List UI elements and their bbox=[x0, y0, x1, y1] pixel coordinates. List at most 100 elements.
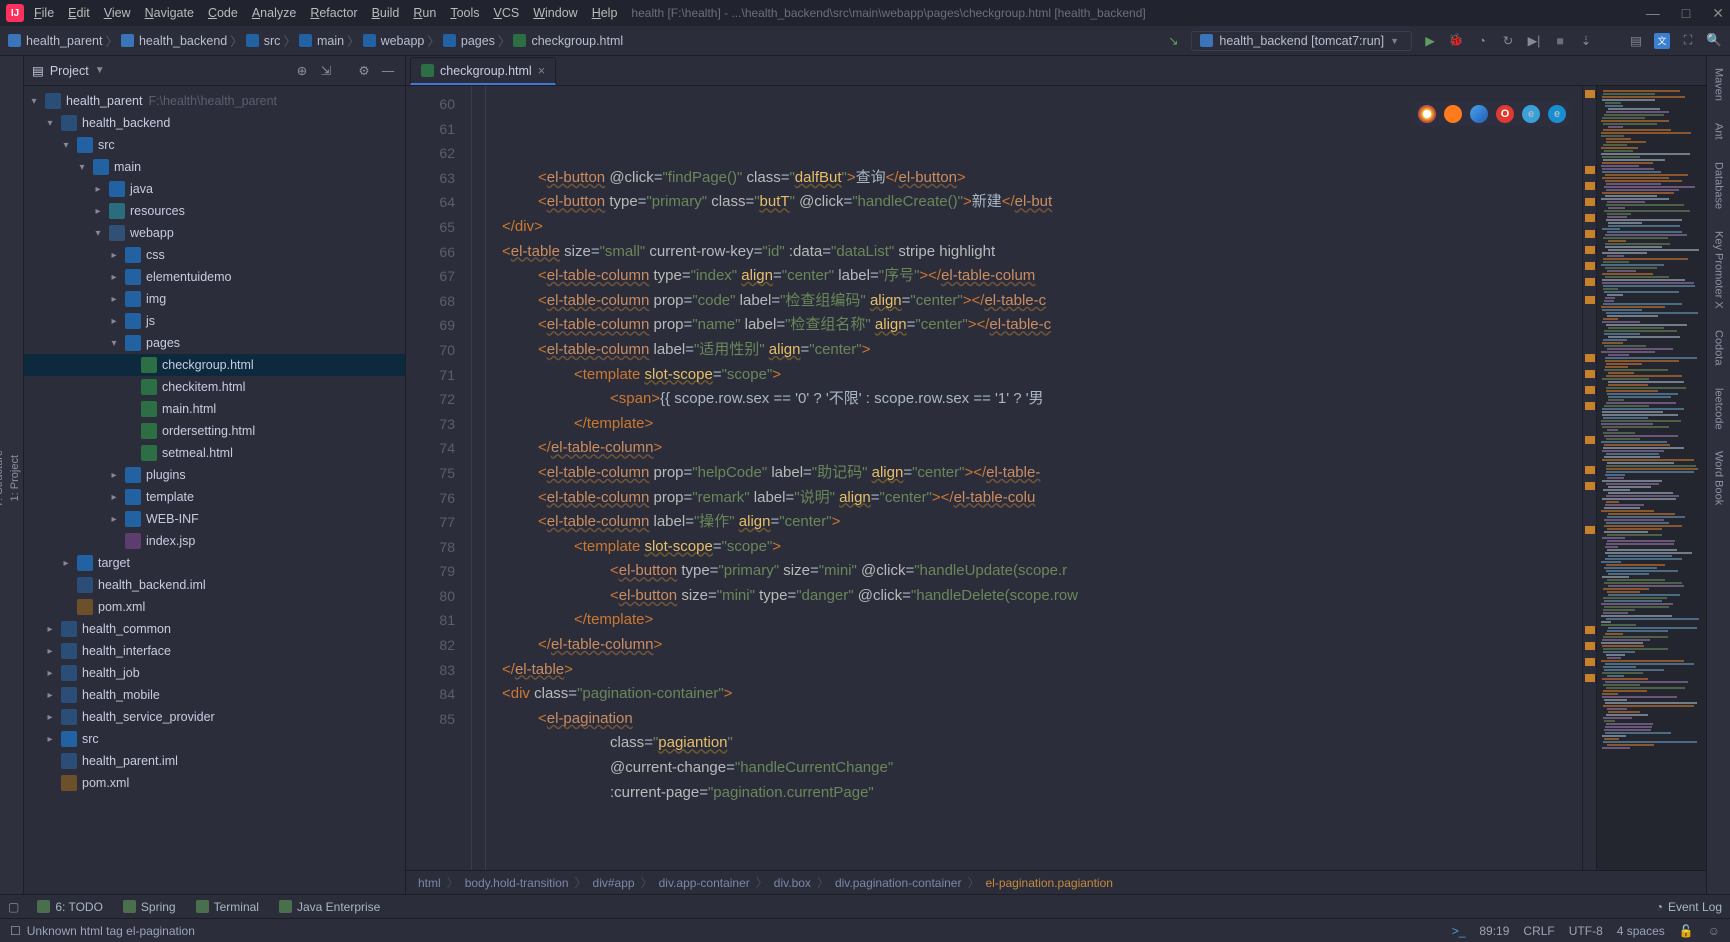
tree-arrow-icon[interactable]: ▸ bbox=[44, 646, 56, 657]
tree-node[interactable]: ▸resources bbox=[24, 200, 405, 222]
menu-vcs[interactable]: VCS bbox=[494, 6, 520, 20]
tree-node[interactable]: ▸health_service_provider bbox=[24, 706, 405, 728]
collapse-icon[interactable]: ⇲ bbox=[317, 62, 335, 80]
menu-view[interactable]: View bbox=[104, 6, 131, 20]
tree-node[interactable]: ▸css bbox=[24, 244, 405, 266]
html-crumb[interactable]: div.box bbox=[774, 876, 811, 890]
html-crumb[interactable]: body.hold-transition bbox=[465, 876, 569, 890]
tree-node[interactable]: ▸elementuidemo bbox=[24, 266, 405, 288]
right-tab-ant[interactable]: Ant bbox=[1712, 119, 1726, 144]
html-breadcrumbs[interactable]: html〉body.hold-transition〉div#app〉div.ap… bbox=[406, 870, 1706, 894]
opera-icon[interactable]: O bbox=[1496, 105, 1514, 123]
tree-arrow-icon[interactable]: ▸ bbox=[60, 558, 72, 569]
tree-node[interactable]: ▾main bbox=[24, 156, 405, 178]
html-crumb[interactable]: el-pagination.pagiantion bbox=[986, 876, 1113, 890]
tree-node[interactable]: ▸target bbox=[24, 552, 405, 574]
run-icon[interactable]: ▶ bbox=[1422, 33, 1438, 49]
tree-arrow-icon[interactable]: ▸ bbox=[108, 316, 120, 327]
tree-node[interactable]: pom.xml bbox=[24, 596, 405, 618]
breadcrumb[interactable]: health_parent bbox=[8, 34, 102, 48]
firefox-icon[interactable] bbox=[1444, 105, 1462, 123]
event-log-button[interactable]: ◔ Event Log bbox=[1656, 900, 1722, 914]
tree-node[interactable]: ▸plugins bbox=[24, 464, 405, 486]
hide-icon[interactable]: — bbox=[379, 62, 397, 80]
close-icon[interactable]: ✕ bbox=[1712, 5, 1724, 22]
tree-node[interactable]: ▸java bbox=[24, 178, 405, 200]
editor-tab-checkgroup[interactable]: checkgroup.html × bbox=[410, 57, 556, 85]
menu-build[interactable]: Build bbox=[372, 6, 400, 20]
vcs-update-icon[interactable]: ⇣ bbox=[1578, 33, 1594, 49]
tree-node[interactable]: ▾health_backend bbox=[24, 112, 405, 134]
left-tab-7structure[interactable]: 7: Structure bbox=[0, 442, 7, 515]
tree-node[interactable]: checkitem.html bbox=[24, 376, 405, 398]
tree-node[interactable]: ▾health_parentF:\health\health_parent bbox=[24, 90, 405, 112]
tree-arrow-icon[interactable]: ▸ bbox=[108, 514, 120, 525]
tree-node[interactable]: ordersetting.html bbox=[24, 420, 405, 442]
chevron-down-icon[interactable]: ▼ bbox=[95, 65, 105, 76]
caret-position[interactable]: 89:19 bbox=[1479, 924, 1509, 938]
gear-icon[interactable]: ⚙ bbox=[355, 62, 373, 80]
menu-help[interactable]: Help bbox=[592, 6, 618, 20]
readonly-lock-icon[interactable]: 🔓 bbox=[1679, 924, 1694, 938]
tree-arrow-icon[interactable]: ▸ bbox=[108, 250, 120, 261]
right-tab-codota[interactable]: Codota bbox=[1712, 326, 1726, 369]
translate-icon[interactable]: 文 bbox=[1654, 33, 1670, 49]
menu-analyze[interactable]: Analyze bbox=[252, 6, 296, 20]
html-crumb[interactable]: div#app bbox=[593, 876, 635, 890]
menu-code[interactable]: Code bbox=[208, 6, 238, 20]
structure-icon[interactable]: ▤ bbox=[1628, 33, 1644, 49]
minimize-icon[interactable]: — bbox=[1646, 5, 1660, 22]
tree-arrow-icon[interactable]: ▸ bbox=[44, 690, 56, 701]
tree-node[interactable]: pom.xml bbox=[24, 772, 405, 794]
tree-arrow-icon[interactable]: ▸ bbox=[108, 294, 120, 305]
edge-icon[interactable]: e bbox=[1548, 105, 1566, 123]
tree-arrow-icon[interactable]: ▾ bbox=[108, 338, 120, 349]
html-crumb[interactable]: div.pagination-container bbox=[835, 876, 962, 890]
project-panel-title[interactable]: Project bbox=[50, 64, 89, 78]
breadcrumb[interactable]: main bbox=[299, 34, 344, 48]
ie-icon[interactable]: e bbox=[1522, 105, 1540, 123]
right-tab-maven[interactable]: Maven bbox=[1712, 64, 1726, 105]
code-editor[interactable]: O e e <el-button @click="findPage()" cla… bbox=[486, 86, 1582, 870]
breadcrumb[interactable]: health_backend bbox=[121, 34, 227, 48]
bottom-tool-javaenterprise[interactable]: Java Enterprise bbox=[279, 900, 380, 914]
tree-node[interactable]: index.jsp bbox=[24, 530, 405, 552]
tree-arrow-icon[interactable]: ▾ bbox=[44, 118, 56, 129]
stop-icon[interactable]: ■ bbox=[1552, 33, 1568, 49]
run-config-selector[interactable]: health_backend [tomcat7:run] ▼ bbox=[1191, 31, 1412, 51]
tree-arrow-icon[interactable]: ▾ bbox=[92, 228, 104, 239]
tree-arrow-icon[interactable]: ▸ bbox=[44, 734, 56, 745]
tree-node[interactable]: ▸js bbox=[24, 310, 405, 332]
tree-node[interactable]: ▸health_common bbox=[24, 618, 405, 640]
tree-node[interactable]: ▸health_interface bbox=[24, 640, 405, 662]
tree-node[interactable]: ▸template bbox=[24, 486, 405, 508]
tree-node[interactable]: ▸img bbox=[24, 288, 405, 310]
presentation-icon[interactable]: ⛶ bbox=[1680, 33, 1696, 49]
chrome-icon[interactable] bbox=[1418, 105, 1436, 123]
right-tab-wordbook[interactable]: Word Book bbox=[1712, 447, 1726, 509]
profile-icon[interactable]: ↻ bbox=[1500, 33, 1516, 49]
tree-node[interactable]: ▸health_job bbox=[24, 662, 405, 684]
tree-arrow-icon[interactable]: ▸ bbox=[108, 492, 120, 503]
tree-arrow-icon[interactable]: ▸ bbox=[108, 272, 120, 283]
tree-arrow-icon[interactable]: ▸ bbox=[108, 470, 120, 481]
tree-arrow-icon[interactable]: ▸ bbox=[44, 624, 56, 635]
tree-arrow-icon[interactable]: ▾ bbox=[76, 162, 88, 173]
minimap[interactable] bbox=[1596, 86, 1706, 870]
tree-node[interactable]: ▾pages bbox=[24, 332, 405, 354]
tree-node[interactable]: ▸WEB-INF bbox=[24, 508, 405, 530]
tree-node[interactable]: checkgroup.html bbox=[24, 354, 405, 376]
ide-script-icon[interactable]: >_ bbox=[1452, 924, 1466, 938]
debug-icon[interactable]: 🐞 bbox=[1448, 33, 1464, 49]
tree-node[interactable]: main.html bbox=[24, 398, 405, 420]
search-icon[interactable]: 🔍 bbox=[1706, 33, 1722, 49]
menu-edit[interactable]: Edit bbox=[68, 6, 90, 20]
tree-arrow-icon[interactable]: ▸ bbox=[44, 668, 56, 679]
breadcrumb[interactable]: pages bbox=[443, 34, 495, 48]
tree-node[interactable]: ▸health_mobile bbox=[24, 684, 405, 706]
coverage-icon[interactable]: ◔ bbox=[1474, 33, 1490, 49]
indent-setting[interactable]: 4 spaces bbox=[1617, 924, 1665, 938]
menu-refactor[interactable]: Refactor bbox=[310, 6, 357, 20]
safari-icon[interactable] bbox=[1470, 105, 1488, 123]
tree-node[interactable]: ▾src bbox=[24, 134, 405, 156]
